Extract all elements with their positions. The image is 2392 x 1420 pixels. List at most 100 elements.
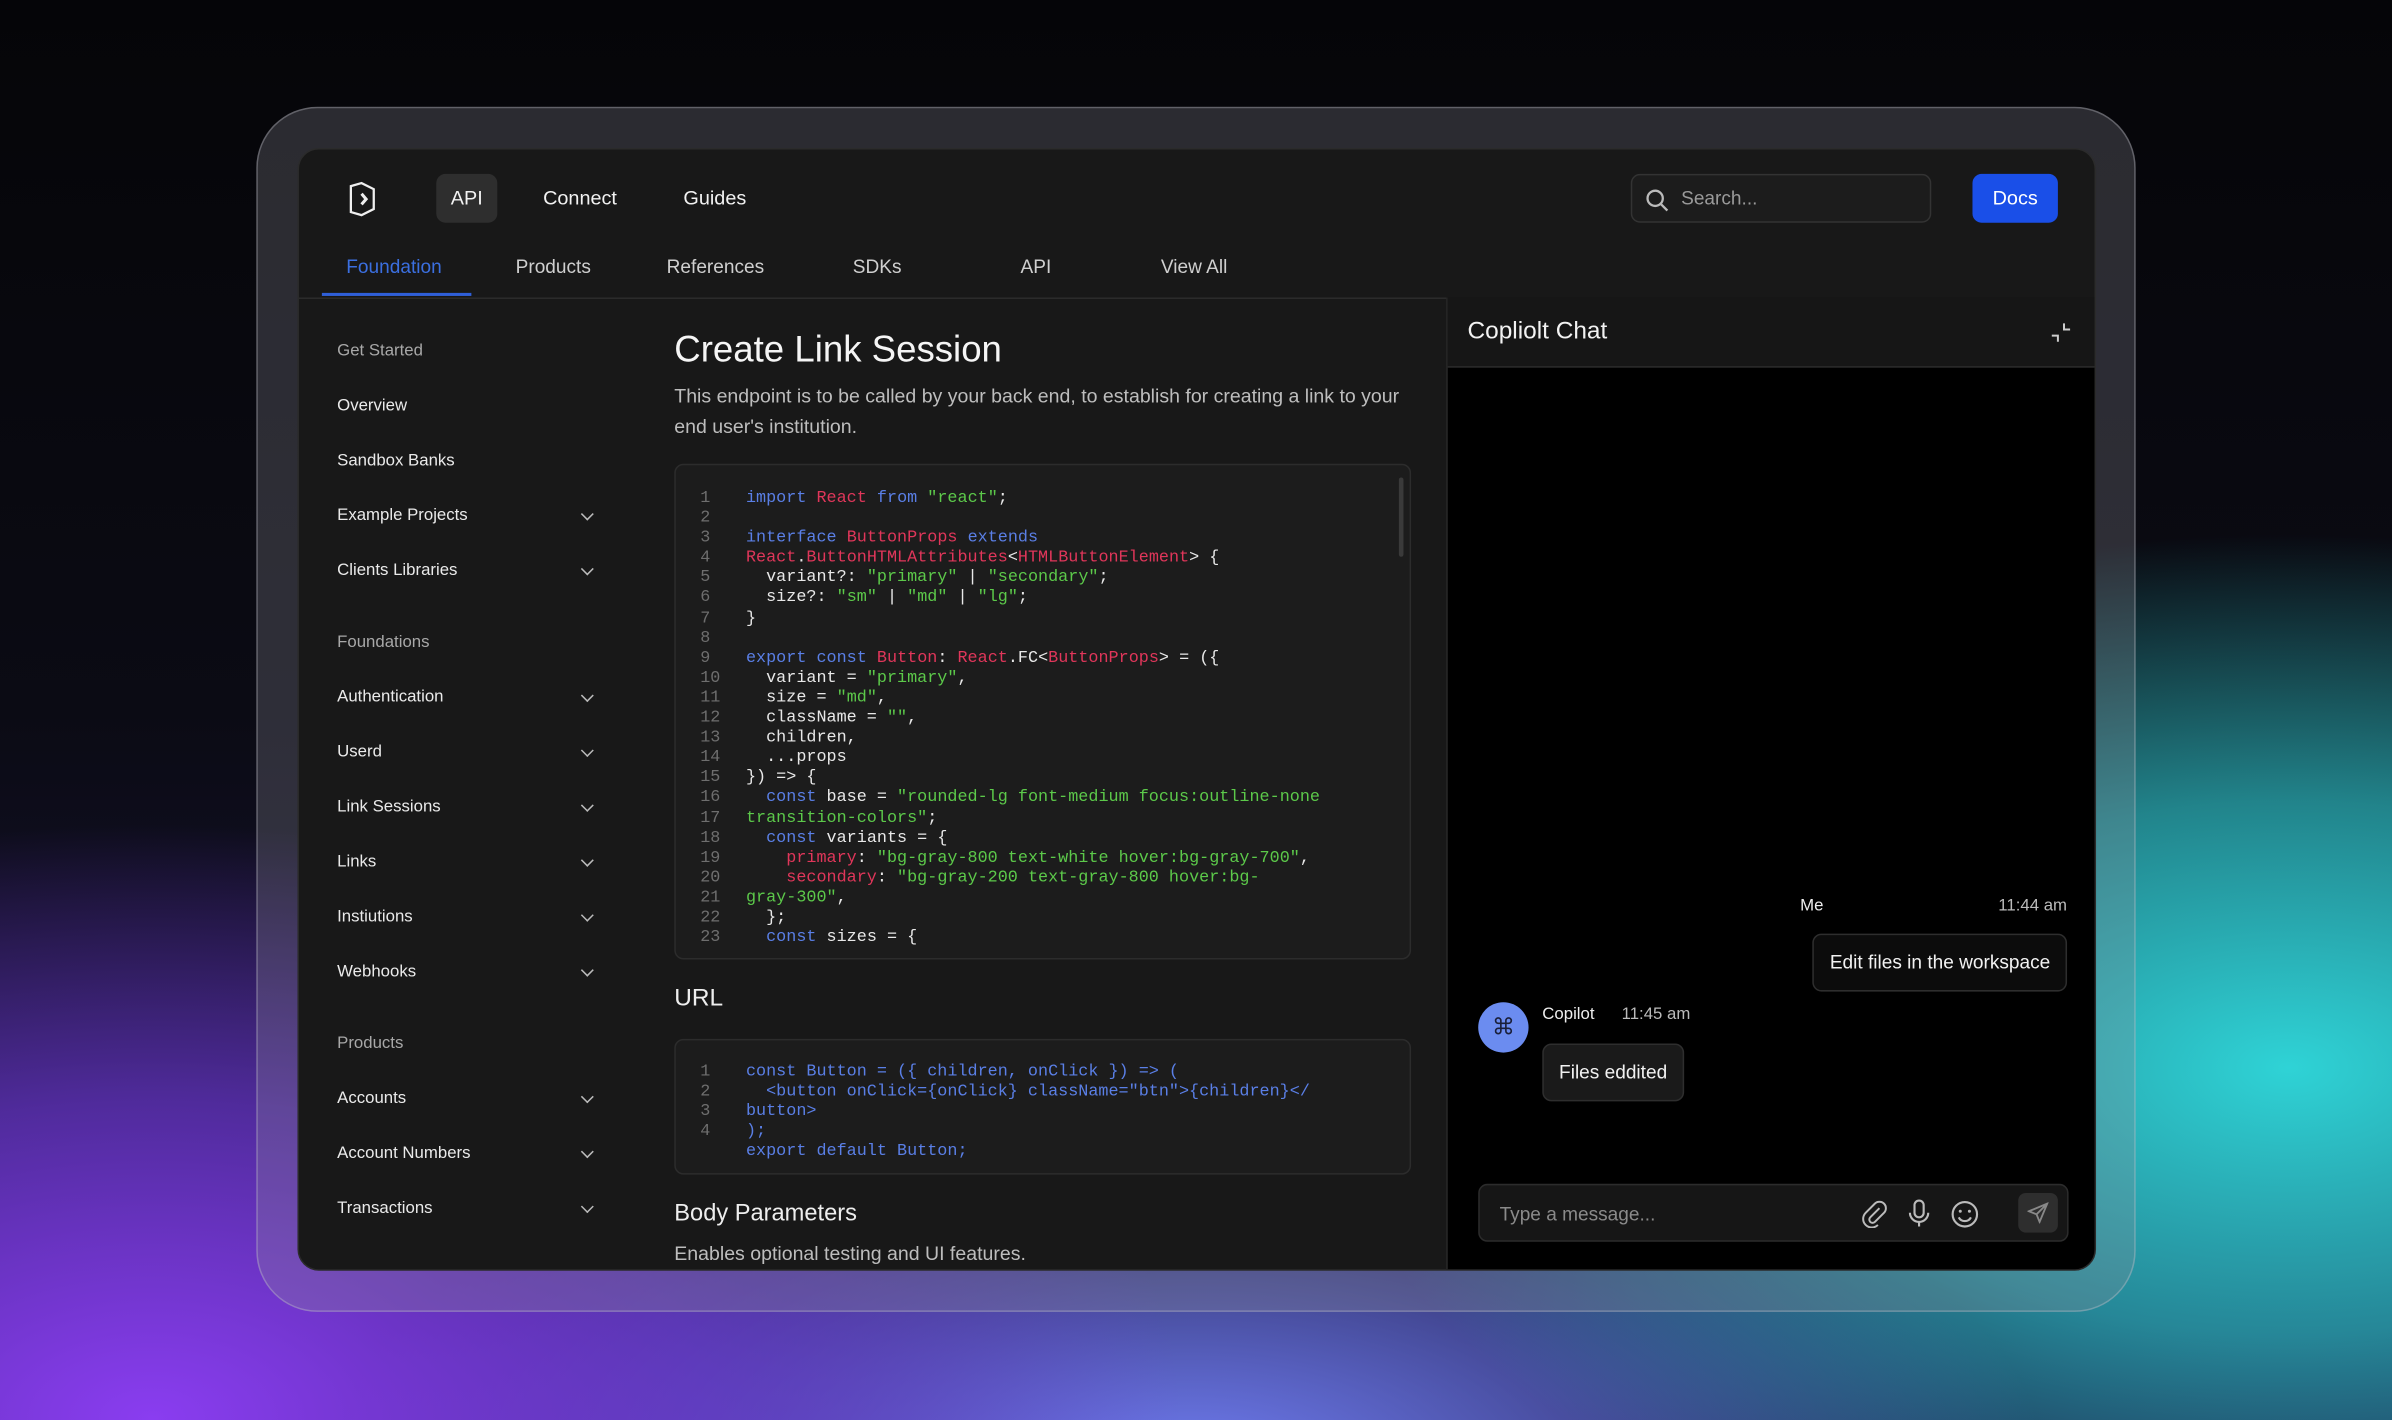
code-line: transition-colors";	[745, 809, 938, 828]
copilot-avatar: ⌘	[1478, 1002, 1529, 1053]
microphone-icon[interactable]	[1905, 1199, 1932, 1230]
tab-sdks[interactable]: SDKs	[853, 256, 902, 277]
tab-api[interactable]: API	[1021, 256, 1052, 277]
code-line: size = "md",	[745, 689, 887, 708]
code-line: React.ButtonHTMLAttributes<HTMLButtonEle…	[745, 549, 1220, 568]
line-number: 6	[700, 589, 711, 608]
sidebar-item[interactable]: Instiutions	[337, 908, 413, 926]
code-line: ...props	[745, 749, 847, 768]
message-bubble-me: Edit files in the workspace	[1813, 933, 2068, 992]
tab-products[interactable]: Products	[516, 256, 591, 277]
sidebar-item[interactable]: Transactions	[337, 1199, 432, 1217]
tab-foundation[interactable]: Foundation	[346, 256, 441, 277]
line-number: 4	[700, 1123, 711, 1142]
nav-api[interactable]: API	[436, 173, 498, 223]
code-line: className = "",	[745, 709, 918, 728]
message-sender: Copilot	[1542, 1005, 1595, 1024]
sidebar-section-title: Products	[337, 1034, 404, 1053]
chevron-down-icon[interactable]	[580, 507, 594, 521]
sidebar-item[interactable]: Userd	[337, 743, 382, 761]
line-number: 13	[700, 729, 721, 748]
nav-guides[interactable]: Guides	[683, 186, 746, 209]
nav-connect[interactable]: Connect	[543, 186, 617, 209]
minimize-icon[interactable]	[2050, 322, 2071, 343]
chevron-down-icon[interactable]	[580, 562, 594, 576]
chevron-down-icon[interactable]	[580, 1145, 594, 1159]
chevron-down-icon[interactable]	[580, 744, 594, 758]
chevron-down-icon[interactable]	[580, 1200, 594, 1214]
code-scrollbar[interactable]	[1398, 477, 1404, 557]
sidebar-item[interactable]: Authentication	[337, 688, 443, 706]
page-description: This endpoint is to be called by your ba…	[674, 384, 1400, 438]
code-line: primary: "bg-gray-800 text-white hover:b…	[786, 849, 1310, 868]
line-number: 21	[700, 889, 721, 908]
docs-button[interactable]: Docs	[1972, 173, 2058, 223]
sidebar-item[interactable]: Accounts	[337, 1089, 406, 1107]
code-line: export default Button;	[745, 1143, 968, 1162]
sidebar-item[interactable]: Account Numbers	[337, 1144, 470, 1162]
code-line: );	[745, 1123, 767, 1142]
page-title: Create Link Session	[674, 329, 1002, 371]
sidebar-item[interactable]: Clients Libraries	[337, 561, 457, 579]
line-number: 17	[700, 809, 721, 828]
code-line: <button onClick={onClick} className="btn…	[745, 1083, 1310, 1102]
sidebar-item[interactable]: Sandbox Banks	[337, 452, 455, 470]
send-icon	[2027, 1202, 2049, 1224]
line-number: 14	[700, 749, 721, 768]
line-number: 3	[700, 1103, 711, 1122]
code-line: };	[745, 909, 787, 928]
line-number: 3	[700, 529, 711, 548]
message-time: 11:44 am	[1998, 896, 2068, 916]
chevron-down-icon[interactable]	[580, 963, 594, 977]
search-icon	[1646, 189, 1669, 212]
line-number: 18	[700, 829, 721, 848]
message-time: 11:45 am	[1621, 1005, 1691, 1024]
message-placeholder: Type a message...	[1499, 1203, 1656, 1225]
chevron-down-icon[interactable]	[580, 798, 594, 812]
tab-references[interactable]: References	[667, 256, 765, 277]
sidebar-item[interactable]: Overview	[337, 397, 407, 415]
emoji-icon[interactable]	[1950, 1199, 1981, 1230]
line-number: 8	[700, 629, 711, 648]
code-block-url: 1 2 3 4 const Button = ({ children, onClick …	[674, 1038, 1412, 1175]
line-number: 16	[700, 789, 721, 808]
line-number: 15	[700, 769, 721, 788]
body-parameters-heading: Body Parameters	[674, 1200, 857, 1227]
line-number: 20	[700, 869, 721, 888]
line-number: 2	[700, 1083, 711, 1102]
code-line: }	[745, 609, 757, 628]
code-line: const base = "rounded-lg font-medium foc…	[766, 789, 1320, 808]
chevron-down-icon[interactable]	[580, 853, 594, 867]
line-number: 12	[700, 709, 721, 728]
sidebar-item[interactable]: Webhooks	[337, 963, 416, 981]
send-button[interactable]	[2018, 1192, 2058, 1233]
code-line: size?: "sm" | "md" | "lg";	[745, 589, 1028, 608]
search-input[interactable]: Search...	[1630, 173, 1932, 223]
chevron-down-icon[interactable]	[580, 1090, 594, 1104]
code-block-example: 1 2 3 4 5 6 7 8 9 10 11 12 13 14 15 16 17 18 19 20 21 22 23 imp…	[674, 463, 1412, 960]
sidebar-section-title: Get Started	[337, 341, 423, 361]
app-window: API Connect Guides Search... Docs Founda…	[297, 147, 2097, 1271]
sidebar-item[interactable]: Link Sessions	[337, 798, 441, 816]
sidebar-item[interactable]: Example Projects	[337, 506, 468, 524]
sidebar-item[interactable]: Links	[337, 853, 376, 871]
attach-icon[interactable]	[1861, 1200, 1888, 1229]
chevron-down-icon[interactable]	[580, 908, 594, 922]
message-sender: Me	[1800, 896, 1824, 916]
code-line: const sizes = {	[766, 929, 918, 948]
tab-view-all[interactable]: View All	[1161, 256, 1227, 277]
logo-icon	[349, 181, 375, 217]
line-number: 1	[700, 489, 711, 508]
chevron-down-icon[interactable]	[580, 689, 594, 703]
line-number: 10	[700, 669, 721, 688]
code-line: secondary: "bg-gray-200 text-gray-800 ho…	[786, 869, 1260, 888]
chat-title: Copliolt Chat	[1467, 318, 1608, 345]
url-heading: URL	[674, 985, 724, 1012]
message-input[interactable]: Type a message...	[1478, 1183, 2069, 1242]
code-line: }) => {	[745, 769, 817, 788]
line-number: 2	[700, 509, 711, 528]
line-number: 1	[700, 1063, 711, 1082]
line-number: 11	[700, 689, 721, 708]
line-number: 7	[700, 609, 711, 628]
